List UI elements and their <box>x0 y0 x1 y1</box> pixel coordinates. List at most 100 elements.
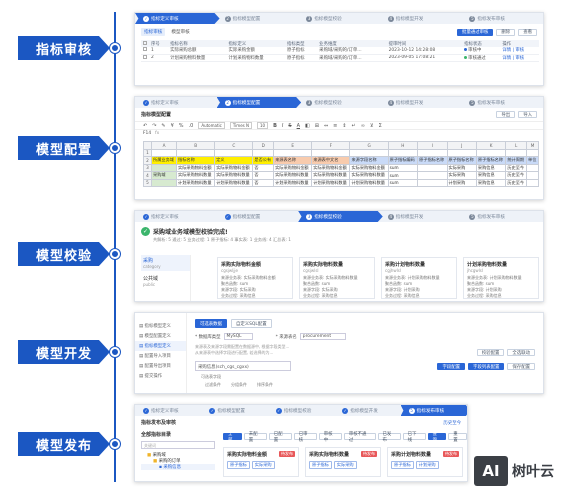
step-2[interactable]: ✓ 指标模型配置 <box>201 405 271 416</box>
cell[interactable]: sum <box>387 171 419 180</box>
text-color-icon[interactable]: A <box>297 123 300 129</box>
row-actions[interactable]: 详情 | 审核 <box>500 54 539 62</box>
import-button[interactable]: 导入 <box>518 111 537 118</box>
check-config-button[interactable]: 校验配置 <box>476 349 505 356</box>
col-letter[interactable]: D <box>252 141 275 150</box>
export-button[interactable]: 导出 <box>496 111 516 118</box>
col-letter[interactable]: I <box>417 141 448 150</box>
function-icon[interactable]: Σ <box>379 123 382 129</box>
step-1[interactable]: ✓ 指标定义审核 <box>135 97 220 108</box>
cell[interactable]: sum <box>387 178 419 187</box>
cell[interactable]: 计划采购物料数量 <box>349 178 389 187</box>
step-4[interactable]: 4 指标模型开发 <box>379 13 465 24</box>
filter-tab[interactable]: 审核中 <box>318 432 342 443</box>
tab-indicator-review[interactable]: 指标审核 <box>141 28 166 36</box>
cell[interactable]: 原子指标名称 <box>475 156 507 165</box>
publish-card[interactable]: 采购实际物料金额 待发布 原子指标 实际采购 <box>223 447 299 477</box>
check-card[interactable]: 采购计划物料数量 cgjhwlsl 来源业务表: 计划采购物料数量 聚合函数: s… <box>381 257 457 299</box>
step-4[interactable]: 4 指标模型开发 <box>379 97 465 108</box>
col-letter[interactable]: L <box>505 141 528 150</box>
cell[interactable] <box>150 178 178 187</box>
valign-icon[interactable]: ⇕ <box>342 123 346 129</box>
decimal-icon[interactable]: .0 <box>189 123 194 129</box>
sidebar-item[interactable]: ▤ 配置导出项目 <box>135 361 186 371</box>
save-config-button[interactable]: 保存配置 <box>507 363 535 370</box>
font-size-select[interactable]: 10 <box>257 122 269 129</box>
publish-card[interactable]: 采购实际物料数量 待发布 原子指标 实际采购 <box>305 447 381 477</box>
borders-icon[interactable]: ⊞ <box>315 123 319 129</box>
row-checkbox[interactable] <box>143 54 147 59</box>
domain-item[interactable]: 公共域 public <box>141 273 190 289</box>
step-5[interactable]: 5 指标发布审核 <box>461 13 543 24</box>
view-button[interactable]: 查看 <box>518 28 537 36</box>
zoom-select[interactable]: Automatic <box>198 122 225 129</box>
query-button[interactable]: 查询 <box>427 432 447 443</box>
fill-color-icon[interactable]: ◧ <box>305 123 310 129</box>
cell[interactable] <box>526 163 539 172</box>
cell[interactable] <box>417 163 448 172</box>
step-3[interactable]: 3 指标模型校验 <box>298 97 383 108</box>
cell[interactable]: 历史至今 <box>505 171 528 180</box>
col-letter[interactable]: K <box>475 141 507 150</box>
cell[interactable]: 否 <box>252 178 275 187</box>
filter-tab[interactable]: 已发布 <box>377 432 401 443</box>
cell[interactable]: 实际采购物料数量 <box>176 171 216 180</box>
cell[interactable]: 采购信息 <box>475 163 507 172</box>
col-letter[interactable]: H <box>387 141 419 150</box>
filter-tab[interactable]: 已审核 <box>293 432 317 443</box>
select-all-button[interactable]: 全选联动 <box>507 349 535 356</box>
cell[interactable]: 实际采购物料数量 <box>273 171 313 180</box>
cell[interactable]: 历史至今 <box>505 178 528 187</box>
sort-condition[interactable]: 排序条件 <box>257 382 273 388</box>
step-5[interactable]: 5 指标发布审核 <box>461 97 543 108</box>
col-letter[interactable]: G <box>349 141 389 150</box>
check-card[interactable]: 计划采购物料数量 jhcgwlsl 来源业务表: 计划采购物料数量 聚合函数: s… <box>463 257 539 299</box>
reset-button[interactable]: 重置 <box>448 432 467 443</box>
cell[interactable] <box>526 178 539 187</box>
format-paint-icon[interactable]: ✎ <box>161 123 165 129</box>
merge-icon[interactable]: ⇔ <box>324 123 328 129</box>
col-letter[interactable]: A <box>150 141 178 150</box>
col-letter[interactable]: E <box>273 141 313 150</box>
step-1[interactable]: ✓ 指标定义审核 <box>135 211 220 222</box>
step-1[interactable]: ✓ 指标定义审核 <box>135 13 220 24</box>
currency-icon[interactable]: ¥ <box>171 123 174 129</box>
cell[interactable]: 来源表中文名 <box>311 156 351 165</box>
check-card[interactable]: 采购实际物料金额 cgsjwljje 来源业务表: 实际采购物料金额 聚合函数: … <box>217 257 293 299</box>
tree-node-active[interactable]: ▪ 采购信息 <box>141 464 215 470</box>
cell[interactable]: 原子指标编码 <box>387 156 419 165</box>
cell[interactable]: 采购信息 <box>475 171 507 180</box>
filter-tab[interactable]: 审核不通过 <box>343 432 376 443</box>
filter-condition[interactable]: 过滤条件 <box>205 382 221 388</box>
filter-tab-all[interactable]: 全部 <box>223 432 242 443</box>
source-table-select[interactable]: procurement <box>299 333 347 340</box>
cell[interactable]: sum <box>387 163 419 172</box>
cell[interactable] <box>417 171 448 180</box>
sidebar-item[interactable]: ▤ 配置导入项目 <box>135 351 186 361</box>
col-letter[interactable]: J <box>446 141 477 150</box>
filter-icon[interactable]: ⊻ <box>370 123 374 129</box>
cell[interactable]: 来源表名称 <box>273 156 313 165</box>
cell[interactable]: 采购信息 <box>475 178 507 187</box>
step-5[interactable]: 5 指标发布审核 <box>461 211 543 222</box>
cell[interactable]: 计划采购物料数量 <box>176 178 216 187</box>
period-select[interactable]: 历史至今 <box>443 420 461 426</box>
domain-item[interactable]: 采购 category <box>141 255 190 271</box>
cell[interactable]: 计划采购 <box>446 178 477 187</box>
cell[interactable]: 采购域 <box>150 171 178 180</box>
step-2[interactable]: 2 指标模型配置 <box>216 13 302 24</box>
step-3[interactable]: 3 指标模型校验 <box>298 13 383 24</box>
filter-tab[interactable]: 已下线 <box>402 432 426 443</box>
table-row[interactable]: 2 计划采购物料数量 计划采购物料数量 原子指标 采购域/采购的/订单… 202… <box>141 54 539 62</box>
source-table-field[interactable]: 采购信息(sch_cgs_cgxx) <box>195 361 291 371</box>
bold-icon[interactable]: B <box>273 123 277 129</box>
cell[interactable] <box>526 171 539 180</box>
step-4[interactable]: ✓ 指标模型开发 <box>334 405 404 416</box>
font-select[interactable]: Times N <box>229 122 252 129</box>
cell[interactable]: 统计周期 <box>505 156 528 165</box>
step-3[interactable]: 3 指标模型校验 <box>298 211 383 222</box>
db-type-select[interactable]: MySQL <box>223 333 253 340</box>
cell[interactable]: 计划采购物料数量 <box>214 178 254 187</box>
sidebar-item[interactable]: ▤ 模型配置定义 <box>135 331 186 341</box>
col-letter[interactable]: B <box>176 141 216 150</box>
